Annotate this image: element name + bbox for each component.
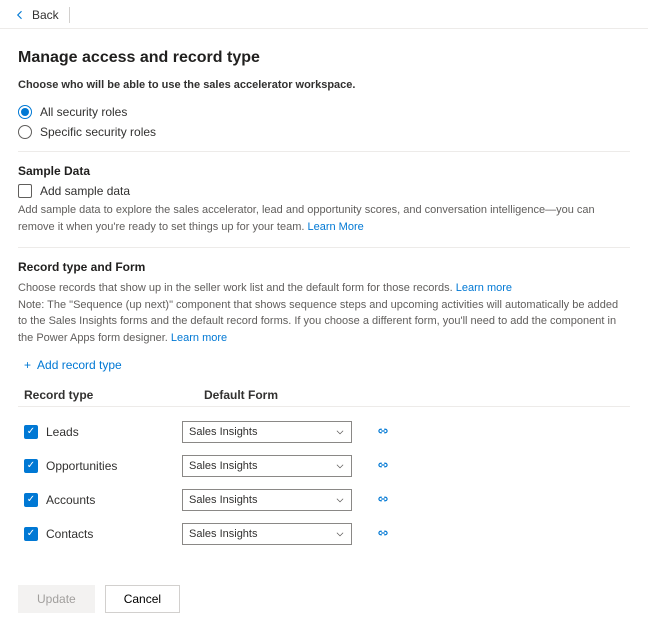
select-value: Sales Insights — [189, 460, 257, 472]
add-sample-label: Add sample data — [40, 184, 130, 198]
radio-selected-icon — [18, 105, 32, 119]
default-form-select[interactable]: Sales Insights — [182, 523, 352, 545]
page-subhead: Choose who will be able to use the sales… — [18, 79, 630, 91]
recordtype-learn1-link[interactable]: Learn more — [456, 282, 512, 294]
select-value: Sales Insights — [189, 528, 257, 540]
link-icon[interactable] — [376, 527, 390, 541]
update-button: Update — [18, 585, 95, 613]
select-value: Sales Insights — [189, 426, 257, 438]
radio-all-roles[interactable]: All security roles — [18, 105, 630, 119]
sample-title: Sample Data — [18, 164, 630, 178]
record-row: ✓ Contacts Sales Insights — [18, 517, 630, 551]
checkbox-unchecked-icon — [18, 184, 32, 198]
back-arrow-icon — [14, 9, 26, 21]
checkbox-checked-icon[interactable]: ✓ — [24, 493, 38, 507]
record-row: ✓ Accounts Sales Insights — [18, 483, 630, 517]
chevron-down-icon — [335, 529, 345, 539]
add-record-label: Add record type — [37, 358, 122, 372]
page-title: Manage access and record type — [18, 49, 630, 67]
record-label: Accounts — [46, 493, 95, 507]
chevron-down-icon — [335, 461, 345, 471]
chevron-down-icon — [335, 427, 345, 437]
checkbox-checked-icon[interactable]: ✓ — [24, 459, 38, 473]
link-icon[interactable] — [376, 459, 390, 473]
col-record-header: Record type — [24, 388, 204, 402]
recordtype-line1-text: Choose records that show up in the selle… — [18, 282, 456, 294]
record-label: Leads — [46, 425, 79, 439]
recordtype-learn2-link[interactable]: Learn more — [171, 332, 227, 344]
sample-helper: Add sample data to explore the sales acc… — [18, 202, 630, 235]
add-record-type-button[interactable]: + Add record type — [24, 358, 630, 372]
select-value: Sales Insights — [189, 494, 257, 506]
recordtype-note-text: Note: The "Sequence (up next)" component… — [18, 299, 618, 344]
radio-all-label: All security roles — [40, 105, 127, 119]
divider — [18, 151, 630, 152]
recordtype-note: Note: The "Sequence (up next)" component… — [18, 297, 630, 347]
checkbox-checked-icon[interactable]: ✓ — [24, 425, 38, 439]
radio-unselected-icon — [18, 125, 32, 139]
plus-icon: + — [24, 358, 31, 372]
chevron-down-icon — [335, 495, 345, 505]
default-form-select[interactable]: Sales Insights — [182, 421, 352, 443]
record-label: Contacts — [46, 527, 93, 541]
link-icon[interactable] — [376, 425, 390, 439]
record-row: ✓ Opportunities Sales Insights — [18, 449, 630, 483]
back-button[interactable]: Back — [10, 6, 63, 24]
recordtype-title: Record type and Form — [18, 260, 630, 274]
sample-learn-link[interactable]: Learn More — [307, 221, 363, 233]
col-form-header: Default Form — [204, 388, 404, 402]
default-form-select[interactable]: Sales Insights — [182, 489, 352, 511]
checkbox-checked-icon[interactable]: ✓ — [24, 527, 38, 541]
cancel-button[interactable]: Cancel — [105, 585, 180, 613]
radio-specific-roles[interactable]: Specific security roles — [18, 125, 630, 139]
radio-specific-label: Specific security roles — [40, 125, 156, 139]
record-label: Opportunities — [46, 459, 117, 473]
link-icon[interactable] — [376, 493, 390, 507]
topbar-divider — [69, 7, 70, 23]
default-form-select[interactable]: Sales Insights — [182, 455, 352, 477]
divider — [18, 247, 630, 248]
back-label: Back — [32, 8, 59, 22]
record-row: ✓ Leads Sales Insights — [18, 415, 630, 449]
add-sample-checkbox[interactable]: Add sample data — [18, 184, 630, 198]
recordtype-line1: Choose records that show up in the selle… — [18, 280, 630, 297]
